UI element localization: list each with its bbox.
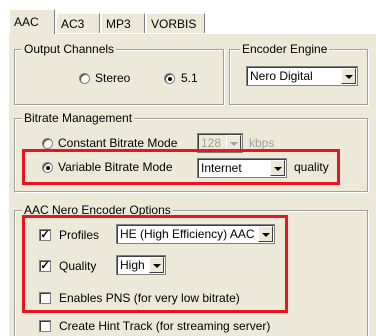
encoder-engine-value: Nero Digital bbox=[250, 69, 313, 83]
hint-track-checkbox[interactable] bbox=[39, 320, 51, 332]
five-one-label[interactable]: 5.1 bbox=[181, 71, 198, 85]
cbr-unit-label: kbps bbox=[249, 136, 275, 150]
bitrate-title: Bitrate Management bbox=[22, 111, 135, 125]
nero-highlight-box bbox=[22, 215, 288, 313]
stereo-radio[interactable] bbox=[79, 73, 90, 84]
encoder-engine-title: Encoder Engine bbox=[240, 42, 330, 56]
tab-ac3[interactable]: AC3 bbox=[56, 13, 100, 33]
vbr-highlight-box bbox=[22, 149, 340, 185]
stereo-label[interactable]: Stereo bbox=[95, 71, 130, 85]
output-channels-title: Output Channels bbox=[22, 42, 117, 56]
chevron-down-icon[interactable] bbox=[341, 68, 356, 84]
tab-mp3[interactable]: MP3 bbox=[101, 13, 145, 33]
hint-track-label[interactable]: Create Hint Track (for streaming server) bbox=[59, 319, 270, 333]
cbr-label[interactable]: Constant Bitrate Mode bbox=[58, 136, 177, 150]
cbr-radio[interactable] bbox=[42, 138, 53, 149]
tab-vorbis[interactable]: VORBIS bbox=[146, 13, 205, 33]
encoder-engine-select[interactable]: Nero Digital bbox=[246, 66, 358, 86]
five-one-radio[interactable] bbox=[164, 73, 175, 84]
tab-aac[interactable]: AAC bbox=[9, 9, 55, 34]
